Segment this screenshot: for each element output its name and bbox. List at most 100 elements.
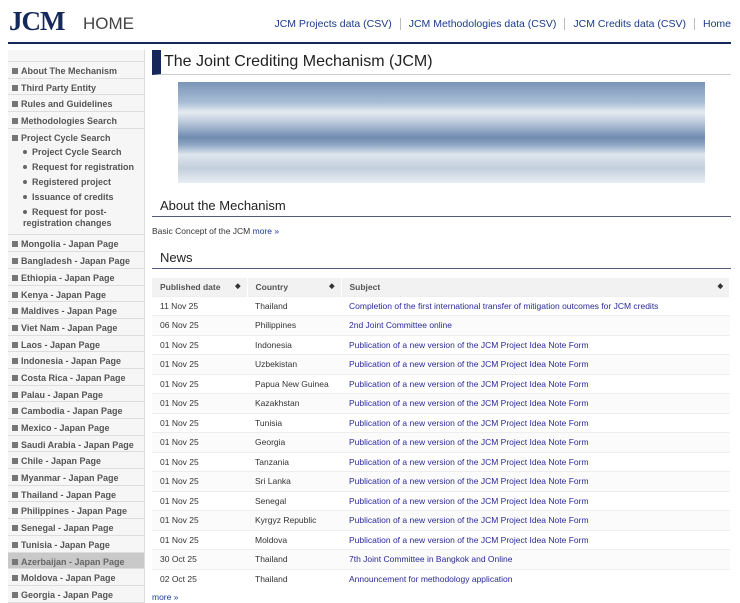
square-bullet-icon	[12, 525, 18, 532]
table-row: 01 Nov 25 Papua New Guinea Publication of …	[152, 373, 730, 394]
table-row: 01 Nov 25 Sri Lanka Publication of a new v…	[152, 471, 730, 491]
sidebar-project-cycle-group: Project Cycle Search Project Cycle Search…	[8, 128, 144, 236]
sidebar-item-country[interactable]: Ethiopia - Japan Page	[8, 268, 144, 286]
square-bullet-icon	[12, 68, 18, 74]
sidebar-item-country[interactable]: Chile - Japan Page	[8, 452, 144, 470]
column-header-date[interactable]: Published date ◆	[152, 278, 248, 296]
news-date: 11 Nov 25	[152, 295, 247, 316]
sidebar-item-country[interactable]: Moldova - Japan Page	[8, 569, 144, 586]
home-link[interactable]: Home	[693, 18, 731, 30]
sidebar-item-country[interactable]: Philippines - Japan Page	[8, 502, 144, 520]
methodologies-csv-link[interactable]: JCM Methodologies data (CSV)	[399, 18, 565, 30]
table-row: 01 Nov 25 Uzbekistan Publication of a new …	[152, 354, 730, 374]
about-more-link[interactable]: more »	[253, 226, 279, 236]
square-bullet-icon	[12, 541, 18, 548]
table-row: 01 Nov 25 Senegal Publication of a new ver…	[152, 490, 730, 511]
sidebar-item[interactable]: About The Mechanism	[8, 62, 144, 79]
sidebar-item[interactable]: Methodologies Search	[8, 112, 144, 129]
news-subject: Publication of a new version of the JCM …	[341, 393, 730, 413]
news-subject: Publication of a new version of the JCM …	[341, 471, 730, 491]
news-date: 30 Oct 25	[152, 549, 247, 569]
news-subject-link[interactable]: Publication of a new version of the JCM …	[349, 476, 589, 486]
table-row: 01 Nov 25 Tanzania Publication of a new ve…	[152, 451, 730, 472]
sidebar-item-label: Third Party Entity	[21, 82, 97, 93]
sidebar-subitem[interactable]: Request for registration	[8, 160, 144, 175]
sidebar-item-country-label: Mexico - Japan Page	[21, 423, 110, 433]
news-subject-link[interactable]: Publication of a new version of the JCM …	[349, 515, 589, 525]
sidebar-item-country-label: Cambodia - Japan Page	[21, 406, 123, 417]
news-subject-link[interactable]: Publication of a new version of the JCM …	[349, 437, 589, 447]
square-bullet-icon	[12, 575, 18, 582]
news-date: 06 Nov 25	[152, 315, 247, 335]
sidebar-item[interactable]: Rules and Guidelines	[8, 95, 144, 113]
sidebar-item-country[interactable]: Indonesia - Japan Page	[8, 352, 144, 369]
news-date: 01 Nov 25	[152, 354, 247, 374]
news-subject-link[interactable]: Publication of a new version of the JCM …	[349, 418, 589, 428]
news-subject-link[interactable]: Publication of a new version of the JCM …	[349, 359, 589, 369]
sidebar-item-country[interactable]: Costa Rica - Japan Page	[8, 368, 144, 386]
sidebar-item-country-label: Ethiopia - Japan Page	[21, 272, 115, 283]
sidebar-item-country[interactable]: Mexico - Japan Page	[8, 419, 144, 436]
column-label: Country	[255, 281, 289, 292]
sidebar-item-country[interactable]: Saudi Arabia - Japan Page	[8, 435, 144, 453]
news-subject-link[interactable]: Publication of a new version of the JCM …	[349, 496, 589, 506]
sidebar-subitem[interactable]: Request for post-registration changes	[8, 205, 144, 231]
sidebar-item-country[interactable]: Viet Nam - Japan Page	[8, 318, 144, 336]
sidebar-item-country[interactable]: Azerbaijan - Japan Page	[8, 552, 144, 570]
sidebar-item-country[interactable]: Maldives - Japan Page	[8, 302, 144, 319]
sidebar-item-country[interactable]: Mongolia - Japan Page	[8, 235, 144, 253]
news-heading: News	[152, 250, 731, 269]
jcm-logo[interactable]: JCM	[9, 6, 65, 37]
news-subject-link[interactable]: 7th Joint Committee in Bangkok and Onlin…	[349, 554, 512, 564]
news-more-link[interactable]: more »	[152, 592, 178, 602]
square-bullet-icon	[12, 458, 18, 465]
about-text: Basic Concept of the JCM more »	[152, 226, 731, 236]
table-row: 01 Nov 25 Tunisia Publication of a new ver…	[152, 412, 730, 433]
hero-image-sky	[178, 82, 705, 183]
sidebar-item-country[interactable]: Bangladesh - Japan Page	[8, 252, 144, 269]
news-table: Published date ◆ Country ◆ Subject ◆ 11 Nov…	[152, 278, 730, 589]
news-subject-link[interactable]: 2nd Joint Committee online	[349, 320, 452, 330]
column-header-subject[interactable]: Subject ◆	[341, 278, 730, 296]
square-bullet-icon	[12, 441, 18, 448]
sidebar-subitem[interactable]: Project Cycle Search	[8, 145, 144, 160]
news-subject-link[interactable]: Completion of the first international tr…	[349, 301, 658, 311]
sidebar-item-country[interactable]: Kenya - Japan Page	[8, 285, 144, 303]
sidebar-item[interactable]: Third Party Entity	[8, 78, 144, 96]
sidebar-subitem[interactable]: Registered project	[8, 175, 144, 190]
sidebar-item-country-label: Mongolia - Japan Page	[21, 239, 119, 250]
news-subject-link[interactable]: Publication of a new version of the JCM …	[349, 457, 589, 467]
projects-csv-link[interactable]: JCM Projects data (CSV)	[266, 18, 399, 30]
sidebar-item-country[interactable]: Cambodia - Japan Page	[8, 402, 144, 419]
sidebar-item-project-cycle-label: Project Cycle Search	[21, 132, 111, 143]
sidebar-item-country-label: Tunisia - Japan Page	[21, 539, 110, 550]
sort-icon[interactable]: ◆	[718, 282, 723, 290]
sort-icon[interactable]: ◆	[329, 282, 334, 290]
home-title[interactable]: HOME	[83, 14, 134, 34]
sidebar-item-country[interactable]: Thailand - Japan Page	[8, 485, 144, 503]
sort-icon[interactable]: ◆	[235, 282, 240, 290]
news-subject: Publication of a new version of the JCM …	[341, 510, 730, 530]
sidebar-item-project-cycle[interactable]: Project Cycle Search	[8, 128, 144, 146]
news-subject-link[interactable]: Publication of a new version of the JCM …	[349, 340, 589, 350]
news-subject-link[interactable]: Publication of a new version of the JCM …	[349, 398, 589, 408]
sidebar-item-country[interactable]: Myanmar - Japan Page	[8, 469, 144, 486]
news-subject-link[interactable]: Publication of a new version of the JCM …	[349, 535, 589, 545]
news-country: Papua New Guinea	[247, 373, 341, 394]
news-subject-link[interactable]: Announcement for methodology application	[349, 574, 513, 584]
news-subject-link[interactable]: Publication of a new version of the JCM …	[349, 379, 589, 389]
sidebar-item-country[interactable]: Laos - Japan Page	[8, 335, 144, 353]
sidebar-item-country[interactable]: Senegal - Japan Page	[8, 519, 144, 536]
header-divider	[8, 42, 731, 44]
sidebar-item-country[interactable]: Palau - Japan Page	[8, 385, 144, 403]
news-subject: Publication of a new version of the JCM …	[341, 451, 730, 472]
news-date: 01 Nov 25	[152, 393, 247, 413]
sidebar-subitem[interactable]: Issuance of credits	[8, 190, 144, 205]
sidebar-item-country[interactable]: Georgia - Japan Page	[8, 585, 144, 603]
credits-csv-link[interactable]: JCM Credits data (CSV)	[564, 18, 694, 30]
sidebar-item-country[interactable]: Tunisia - Japan Page	[8, 535, 144, 553]
column-header-country[interactable]: Country ◆	[247, 278, 342, 296]
sidebar-item-country-label: Myanmar - Japan Page	[21, 473, 119, 484]
sidebar-item-country-label: Laos - Japan Page	[21, 339, 101, 350]
news-country: Thailand	[247, 568, 341, 589]
